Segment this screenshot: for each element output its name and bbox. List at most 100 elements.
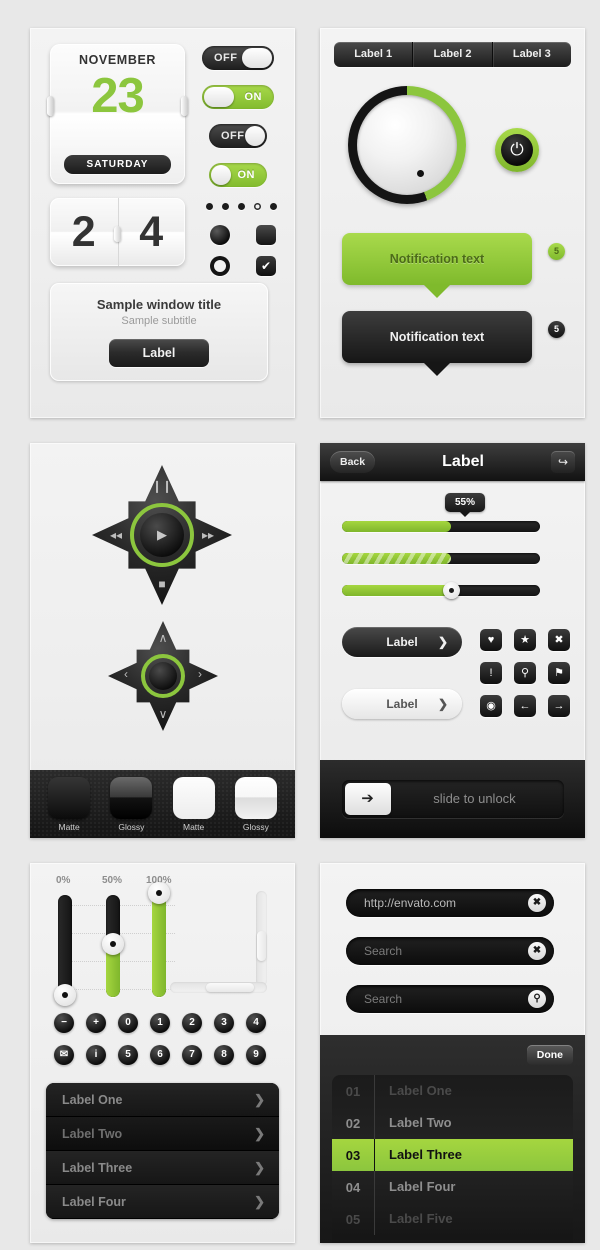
search-icon[interactable]: ⚲: [528, 990, 546, 1008]
swatch-label: Glossy: [242, 821, 269, 832]
lock-screen-bar: slide to unlock ➔: [320, 760, 585, 838]
tab-label-1[interactable]: Label 1: [334, 42, 414, 67]
checkbox-checked-icon[interactable]: ✔: [256, 256, 276, 276]
chevron-right-icon[interactable]: ›: [190, 667, 210, 681]
vertical-scrollbar[interactable]: [256, 891, 267, 986]
slider-handle[interactable]: [102, 933, 124, 955]
done-button[interactable]: Done: [526, 1045, 573, 1065]
mail-icon[interactable]: ✉: [54, 1045, 74, 1065]
number-button-5[interactable]: 5: [118, 1045, 138, 1065]
list-item[interactable]: Label Three ❯: [46, 1151, 279, 1185]
slider-handle[interactable]: [54, 984, 76, 1006]
toggle-off-round-3[interactable]: OFF: [209, 124, 267, 148]
dpad-center-button[interactable]: [149, 662, 177, 690]
plus-button[interactable]: +: [86, 1013, 106, 1033]
number-button-6[interactable]: 6: [150, 1045, 170, 1065]
number-button-9[interactable]: 9: [246, 1045, 266, 1065]
stop-icon[interactable]: ■: [150, 577, 174, 591]
pause-icon[interactable]: ❙❙: [150, 479, 174, 493]
search-input-2[interactable]: Search ⚲: [346, 985, 554, 1013]
swatch-light-matte[interactable]: Matte: [172, 776, 215, 832]
number-button-3[interactable]: 3: [214, 1013, 234, 1033]
scrollbar-thumb[interactable]: [206, 983, 254, 992]
number-button-0[interactable]: 0: [118, 1013, 138, 1033]
chevron-up-icon[interactable]: ∧: [153, 631, 173, 645]
page-dots[interactable]: [206, 203, 277, 210]
page-dot[interactable]: [222, 203, 229, 210]
picker-wheel[interactable]: 01 Label One 02 Label Two 03 Label Three…: [332, 1075, 573, 1243]
vertical-slider-100[interactable]: [148, 882, 170, 997]
slide-to-unlock[interactable]: slide to unlock ➔: [341, 780, 564, 818]
tab-label-3[interactable]: Label 3: [493, 42, 571, 67]
clear-icon[interactable]: ✖: [528, 894, 546, 912]
vertical-slider-0[interactable]: [54, 895, 76, 1006]
play-button[interactable]: ▶: [140, 513, 184, 557]
clear-icon[interactable]: ✖: [528, 942, 546, 960]
camera-icon[interactable]: ◉: [480, 695, 502, 717]
window-label-button[interactable]: Label: [109, 339, 209, 367]
navigation-dpad[interactable]: ∧ ‹ › ∨: [108, 621, 218, 731]
share-icon[interactable]: ↪: [551, 451, 575, 473]
pin-icon[interactable]: ⚑: [548, 662, 570, 684]
media-dpad[interactable]: ▶ ❙❙ ◂◂ ▸▸ ■: [92, 465, 232, 605]
slider-handle[interactable]: [148, 882, 170, 904]
search-icon[interactable]: ⚲: [514, 662, 536, 684]
heart-icon[interactable]: ♥: [480, 629, 502, 651]
progress-bar-solid[interactable]: [342, 521, 540, 532]
rewind-icon[interactable]: ◂◂: [104, 528, 128, 542]
picker-row[interactable]: 01 Label One: [332, 1075, 573, 1107]
arrow-right-icon[interactable]: →: [548, 695, 570, 717]
rotary-knob[interactable]: [348, 86, 466, 204]
swatch-dark-glossy[interactable]: Glossy: [110, 776, 153, 832]
arrow-left-icon[interactable]: ←: [514, 695, 536, 717]
page-dot[interactable]: [270, 203, 277, 210]
number-button-2[interactable]: 2: [182, 1013, 202, 1033]
fastforward-icon[interactable]: ▸▸: [196, 528, 220, 542]
tab-label-2[interactable]: Label 2: [413, 42, 493, 67]
number-button-7[interactable]: 7: [182, 1045, 202, 1065]
radio-outline-icon[interactable]: [210, 256, 230, 276]
picker-row[interactable]: 02 Label Two: [332, 1107, 573, 1139]
label-button-light[interactable]: Label ❯: [342, 689, 462, 719]
toggle-on-square-2[interactable]: ON: [202, 85, 274, 109]
page-dot[interactable]: [206, 203, 213, 210]
horizontal-scrollbar[interactable]: [170, 982, 267, 993]
square-filled-icon[interactable]: [256, 225, 276, 245]
swatch-dark-matte[interactable]: Matte: [48, 776, 91, 832]
label-button-dark[interactable]: Label ❯: [342, 627, 462, 657]
radio-filled-icon[interactable]: [210, 225, 230, 245]
page-dot[interactable]: [238, 203, 245, 210]
toggle-off-square-1[interactable]: OFF: [202, 46, 274, 70]
progress-bar-striped[interactable]: [342, 553, 540, 564]
picker-row[interactable]: 05 Label Five: [332, 1203, 573, 1235]
list-item[interactable]: Label One ❯: [46, 1083, 279, 1117]
alert-icon[interactable]: !: [480, 662, 502, 684]
list-item-selected[interactable]: Label Two ❯: [46, 1117, 279, 1151]
vertical-slider-50[interactable]: [102, 895, 124, 997]
panel-knob-notifications: Label 1 Label 2 Label 3 ⏻ Notification t…: [320, 28, 585, 418]
info-icon[interactable]: i: [86, 1045, 106, 1065]
slider-handle[interactable]: [442, 582, 460, 599]
chevron-left-icon[interactable]: ‹: [116, 667, 136, 681]
swatch-light-glossy[interactable]: Glossy: [234, 776, 277, 832]
tab-bar[interactable]: Label 1 Label 2 Label 3: [334, 42, 571, 67]
picker-row[interactable]: 04 Label Four: [332, 1171, 573, 1203]
close-icon[interactable]: ✖: [548, 629, 570, 651]
chevron-down-icon[interactable]: ∨: [153, 707, 173, 721]
number-button-8[interactable]: 8: [214, 1045, 234, 1065]
number-button-1[interactable]: 1: [150, 1013, 170, 1033]
star-icon[interactable]: ★: [514, 629, 536, 651]
toggle-on-round-4[interactable]: ON: [209, 163, 267, 187]
picker-row-selected[interactable]: 03 Label Three: [332, 1139, 573, 1171]
slider-with-handle[interactable]: [342, 582, 540, 599]
number-button-4[interactable]: 4: [246, 1013, 266, 1033]
page-dot-active[interactable]: [254, 203, 261, 210]
power-button[interactable]: ⏻: [495, 128, 539, 172]
minus-button[interactable]: −: [54, 1013, 74, 1033]
url-input[interactable]: http://envato.com ✖: [346, 889, 554, 917]
list-item[interactable]: Label Four ❯: [46, 1185, 279, 1219]
arrow-right-icon[interactable]: ➔: [344, 783, 391, 815]
back-button[interactable]: Back: [330, 451, 376, 473]
scrollbar-thumb[interactable]: [257, 931, 266, 961]
search-input-1[interactable]: Search ✖: [346, 937, 554, 965]
